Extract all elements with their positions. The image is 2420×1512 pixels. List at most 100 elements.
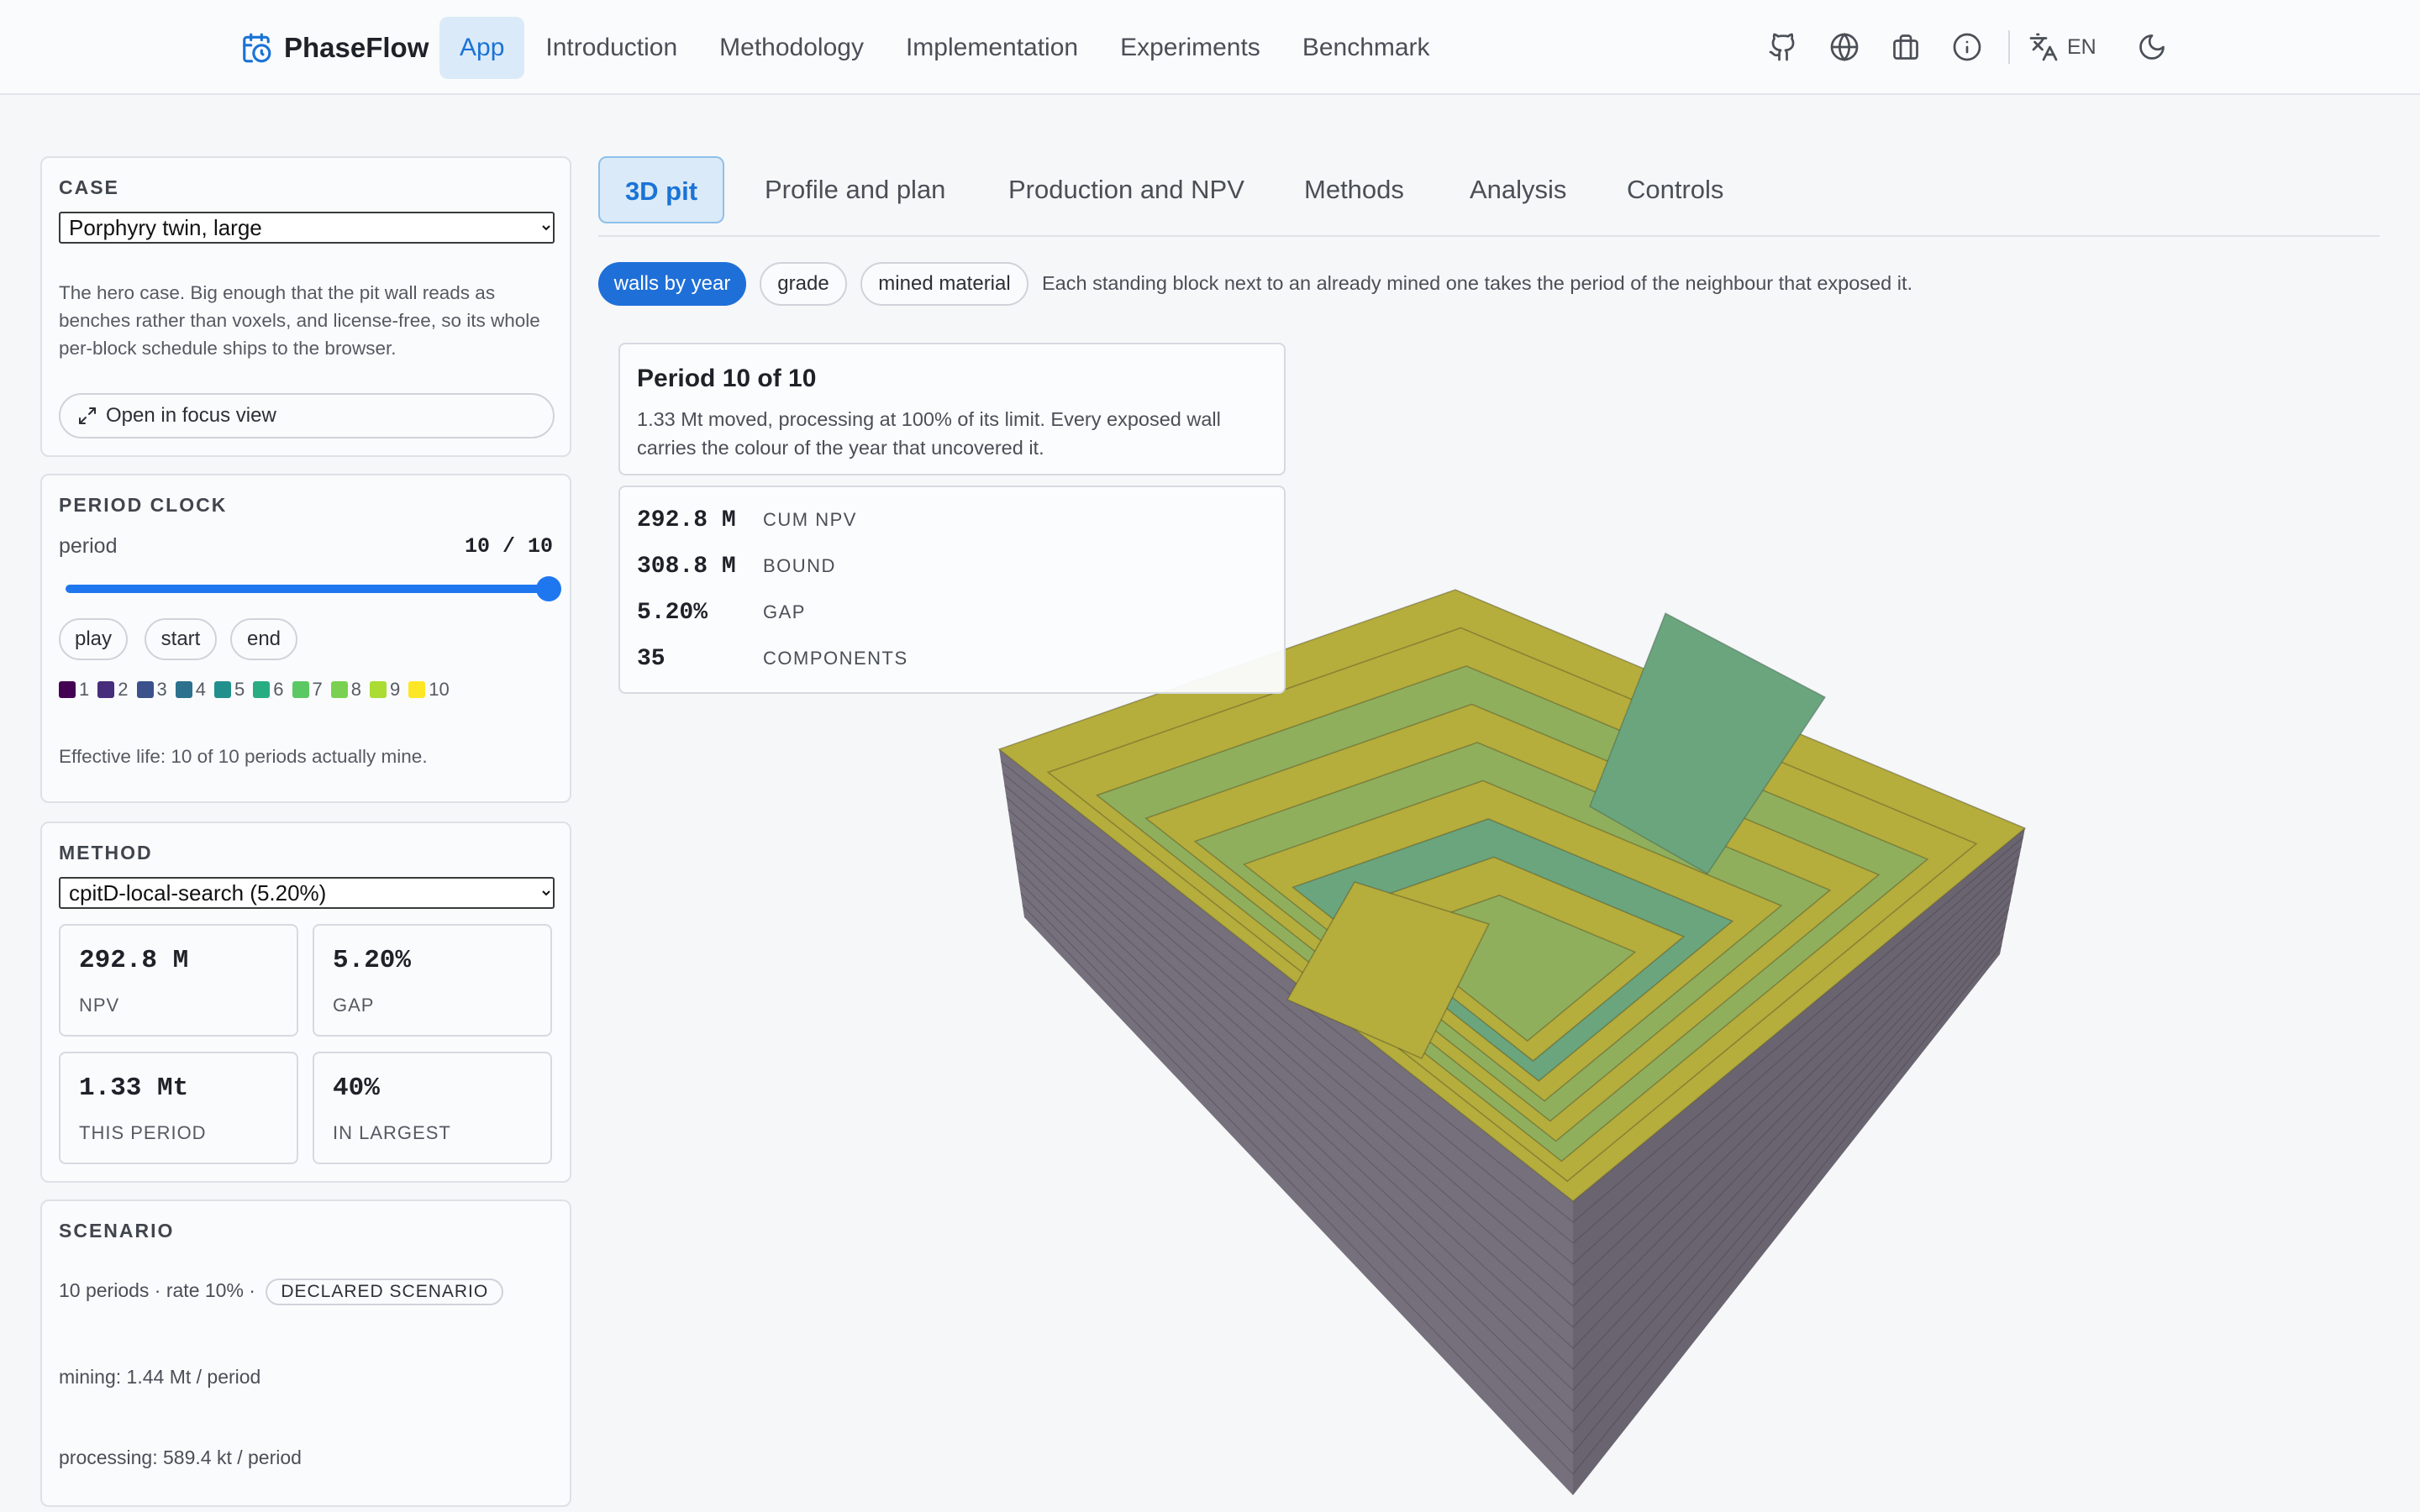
period-info-text: 1.33 Mt moved, processing at 100% of its…: [637, 408, 1221, 459]
divider: [2008, 30, 2010, 64]
open-focus-view-button[interactable]: Open in focus view: [59, 393, 555, 438]
stat-label: GAP: [763, 601, 806, 622]
nav-item-benchmark[interactable]: Benchmark: [1281, 17, 1451, 79]
stat-cum-npv: 292.8 M CUM NPV: [637, 507, 857, 533]
view-mode-description: Each standing block next to an already m…: [1042, 272, 1912, 294]
legend-swatch: [330, 681, 348, 698]
nav-item-implementation[interactable]: Implementation: [885, 17, 1099, 79]
legend-item-period-7: 7: [292, 679, 323, 701]
main-nav: App Introduction Methodology Implementat…: [439, 17, 1451, 79]
case-select[interactable]: Porphyry twin, large: [59, 212, 555, 244]
period-slider-thumb[interactable]: [536, 576, 561, 601]
play-button[interactable]: play: [59, 618, 128, 660]
legend-item-period-1: 1: [59, 679, 89, 701]
tab-analysis[interactable]: Analysis: [1470, 156, 1566, 223]
legend-item-period-6: 6: [253, 679, 284, 701]
legend-label: 5: [234, 679, 245, 700]
metric-this-period: 1.33 Mt THIS PERIOD: [59, 1052, 298, 1164]
stat-value: 5.20%: [637, 600, 708, 626]
metric-label: IN LARGEST: [333, 1122, 451, 1143]
legend-item-period-4: 4: [175, 679, 206, 701]
nav-actions: EN: [1761, 25, 2191, 69]
period-value: 10 / 10: [464, 534, 553, 559]
brand-name: PhaseFlow: [284, 32, 429, 63]
scenario-title: SCENARIO: [59, 1220, 175, 1242]
metric-label: GAP: [333, 995, 375, 1016]
stat-bound: 308.8 M BOUND: [637, 554, 836, 580]
legend-item-period-2: 2: [97, 679, 129, 701]
top-navigation-bar: PhaseFlow App Introduction Methodology I…: [0, 0, 2420, 95]
scenario-panel: SCENARIO 10 periods · rate 10% · DECLARE…: [40, 1200, 571, 1507]
case-panel: CASE Porphyry twin, large The hero case.…: [40, 156, 571, 457]
nav-item-introduction[interactable]: Introduction: [524, 17, 698, 79]
legend-swatch: [292, 681, 309, 698]
legend-label: 6: [273, 679, 284, 700]
brand[interactable]: PhaseFlow: [240, 29, 429, 67]
legend-item-period-8: 8: [330, 679, 361, 701]
legend-swatch: [370, 681, 387, 698]
processing-rate: processing: 589.4 kt / period: [59, 1446, 302, 1468]
scenario-summary: 10 periods · rate 10% · DECLARED SCENARI…: [59, 1278, 504, 1305]
focus-view-label: Open in focus view: [106, 404, 276, 427]
metric-label: NPV: [79, 995, 120, 1016]
period-slider-track[interactable]: [66, 585, 549, 593]
metric-gap: 5.20% GAP: [313, 924, 552, 1037]
legend-label: 10: [429, 679, 450, 700]
stat-label: COMPONENTS: [763, 648, 908, 669]
tab-controls[interactable]: Controls: [1627, 156, 1723, 223]
scenario-summary-text: 10 periods · rate 10% ·: [59, 1279, 255, 1301]
language-label: EN: [2067, 34, 2096, 59]
metric-in-largest: 40% IN LARGEST: [313, 1052, 552, 1164]
declared-scenario-badge: DECLARED SCENARIO: [266, 1278, 504, 1305]
legend-label: 8: [350, 679, 361, 700]
legend-swatch: [253, 681, 271, 698]
period-clock-panel: PERIOD CLOCK period 10 / 10 play start e…: [40, 474, 571, 803]
legend-swatch: [175, 681, 192, 698]
legend-label: 9: [390, 679, 401, 700]
period-label: period: [59, 534, 118, 558]
legend-item-period-10: 10: [408, 679, 450, 701]
metric-label: THIS PERIOD: [79, 1122, 207, 1143]
legend-label: 4: [195, 679, 206, 700]
stat-value: 292.8 M: [637, 507, 736, 533]
tab-production-and-npv[interactable]: Production and NPV: [1008, 156, 1244, 223]
legend-swatch: [97, 681, 115, 698]
nav-item-experiments[interactable]: Experiments: [1099, 17, 1281, 79]
method-select[interactable]: cpitD-local-search (5.20%): [59, 877, 555, 909]
metric-npv: 292.8 M NPV: [59, 924, 298, 1037]
legend-label: 7: [312, 679, 323, 700]
stat-value: 35: [637, 646, 666, 672]
info-icon[interactable]: [1945, 25, 1989, 69]
legend-label: 3: [156, 679, 167, 700]
language-switcher[interactable]: EN: [2028, 32, 2096, 62]
stat-label: BOUND: [763, 555, 836, 576]
period-info-title: Period 10 of 10: [637, 365, 817, 392]
legend-swatch: [136, 681, 154, 698]
mining-rate: mining: 1.44 Mt / period: [59, 1366, 261, 1388]
nav-item-app[interactable]: App: [439, 17, 525, 79]
mode-grade-button[interactable]: grade: [760, 262, 847, 306]
metric-value: 292.8 M: [79, 946, 189, 975]
tab-profile-and-plan[interactable]: Profile and plan: [765, 156, 945, 223]
globe-icon[interactable]: [1823, 25, 1866, 69]
mode-walls-by-year-button[interactable]: walls by year: [598, 262, 746, 306]
method-panel: METHOD cpitD-local-search (5.20%) 292.8 …: [40, 822, 571, 1183]
legend-label: 2: [118, 679, 129, 700]
legend-item-period-9: 9: [370, 679, 400, 701]
tab-methods[interactable]: Methods: [1304, 156, 1404, 223]
mode-mined-material-button[interactable]: mined material: [860, 262, 1028, 306]
nav-item-methodology[interactable]: Methodology: [698, 17, 885, 79]
legend-swatch: [59, 681, 76, 698]
legend-label: 1: [79, 679, 90, 700]
start-button[interactable]: start: [145, 618, 217, 660]
tab-3d-pit[interactable]: 3D pit: [598, 156, 724, 223]
metric-value: 1.33 Mt: [79, 1074, 189, 1103]
method-title: METHOD: [59, 842, 153, 864]
view-tabs: 3D pit Profile and plan Production and N…: [598, 156, 2380, 237]
briefcase-icon[interactable]: [1884, 25, 1928, 69]
github-icon[interactable]: [1761, 25, 1805, 69]
end-button[interactable]: end: [230, 618, 297, 660]
legend-item-period-5: 5: [214, 679, 245, 701]
dark-mode-moon-icon[interactable]: [2130, 25, 2174, 69]
metric-value: 40%: [333, 1074, 380, 1103]
